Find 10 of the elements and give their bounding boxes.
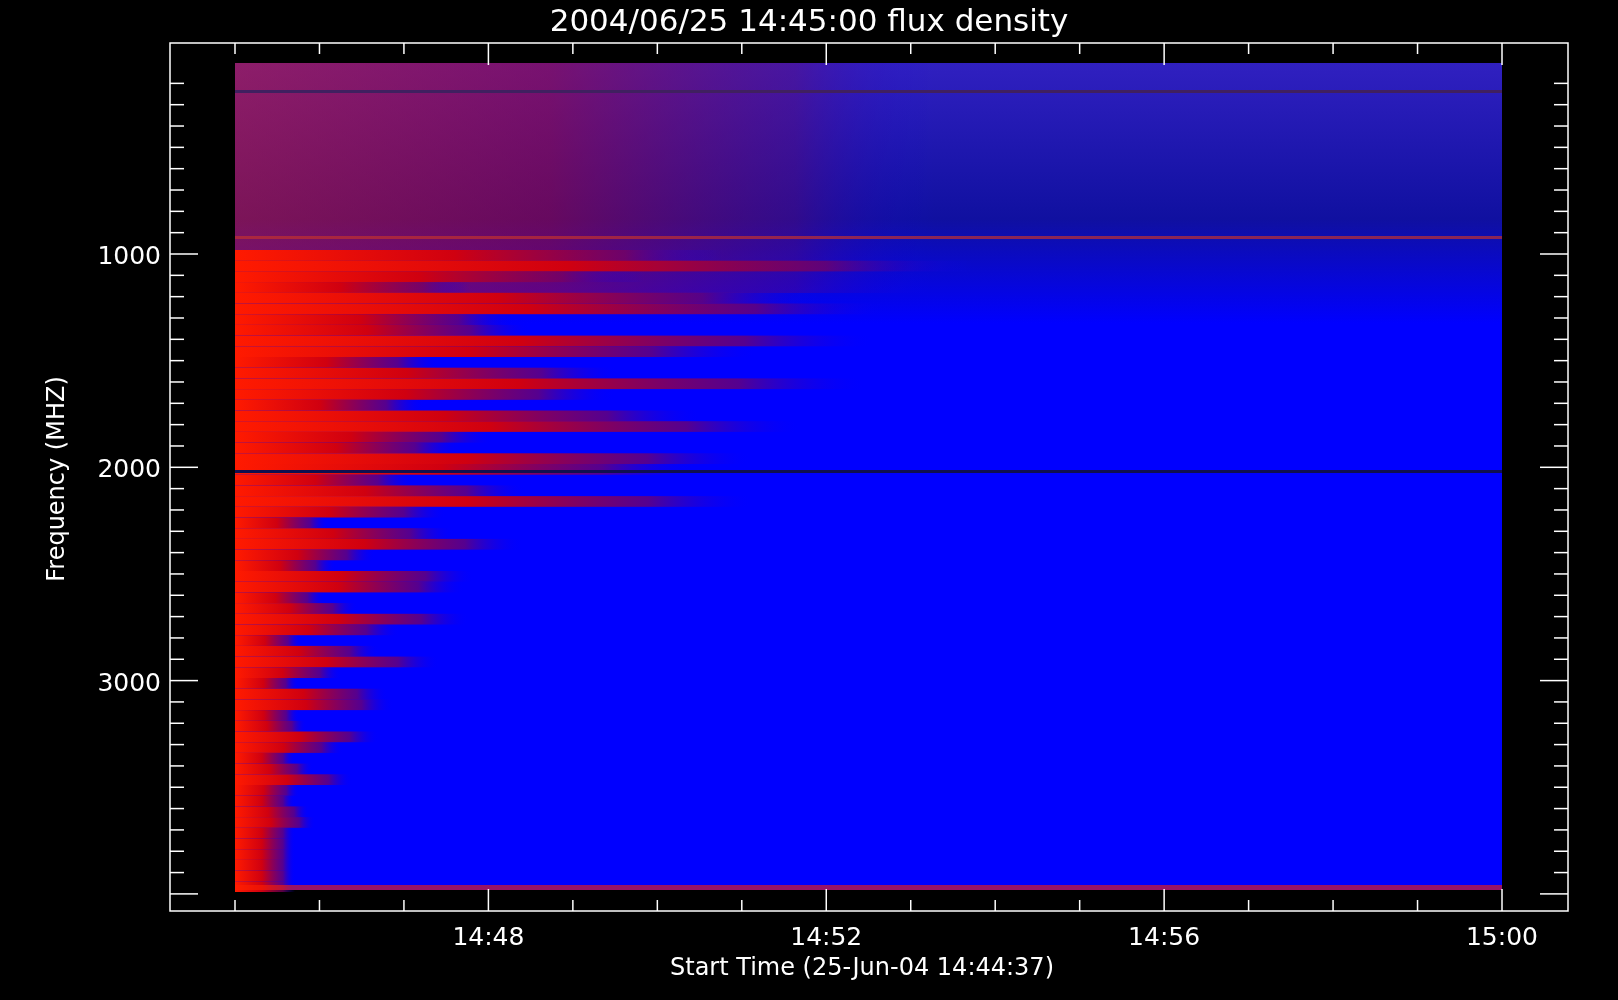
y-tick-label: 3000	[97, 667, 161, 697]
y-tick-label: 2000	[97, 454, 161, 484]
y-axis-label: Frequency (MHZ)	[42, 376, 70, 582]
x-tick-label: 14:56	[1128, 922, 1201, 951]
y-tick-label: 1000	[97, 241, 161, 270]
x-tick-label: 14:52	[790, 922, 863, 951]
plot-title: 2004/06/25 14:45:00 flux density	[549, 2, 1069, 38]
x-tick-label: 14:48	[452, 922, 525, 951]
x-tick-label: 15:00	[1466, 922, 1538, 951]
x-axis-label: Start Time (25-Jun-04 14:44:37)	[670, 953, 1054, 981]
